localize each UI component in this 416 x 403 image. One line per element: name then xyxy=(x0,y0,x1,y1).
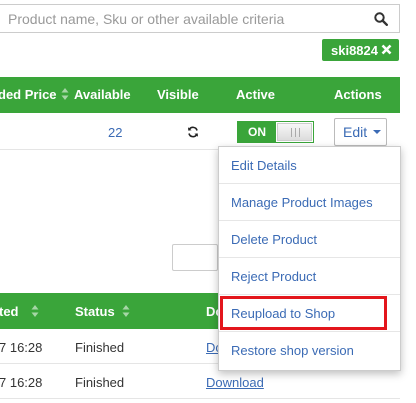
search-input[interactable] xyxy=(0,5,362,32)
menu-item-edit-details[interactable]: Edit Details xyxy=(219,147,400,184)
column-header-available[interactable]: Available xyxy=(74,87,131,102)
search-icon xyxy=(374,11,388,26)
sort-icon[interactable] xyxy=(122,304,130,318)
page-size-select[interactable] xyxy=(172,244,218,271)
edit-dropdown-button[interactable]: Edit xyxy=(334,118,387,146)
column-header-active: Active xyxy=(236,87,276,102)
sort-icon[interactable] xyxy=(61,87,69,101)
search-bar xyxy=(0,4,400,33)
active-toggle[interactable]: ON xyxy=(237,121,314,143)
job-status: Finished xyxy=(75,340,125,355)
toggle-on-label: ON xyxy=(238,122,276,142)
available-count[interactable]: 22 xyxy=(108,125,122,140)
close-icon[interactable] xyxy=(381,44,392,55)
sort-icon[interactable] xyxy=(31,304,39,318)
job-date: 7 16:28 xyxy=(0,340,43,355)
column-header-started[interactable]: ted xyxy=(0,304,19,319)
edit-button-label: Edit xyxy=(343,124,368,140)
caret-down-icon xyxy=(373,130,381,134)
menu-item-reject-product[interactable]: Reject Product xyxy=(219,258,400,295)
filter-tag[interactable]: ski8824 xyxy=(322,39,399,61)
job-status: Finished xyxy=(75,375,125,390)
column-header-price[interactable]: ded Price xyxy=(0,87,57,102)
highlight-box xyxy=(220,296,387,330)
column-header-status[interactable]: Status xyxy=(75,304,115,319)
column-header-actions: Actions xyxy=(334,87,382,102)
menu-item-manage-product-images[interactable]: Manage Product Images xyxy=(219,184,400,221)
actions-dropdown-menu: Edit Details Manage Product Images Delet… xyxy=(218,146,401,371)
download-link[interactable]: Download xyxy=(206,375,264,390)
filter-tag-label: ski8824 xyxy=(331,42,378,58)
search-button[interactable] xyxy=(363,5,399,32)
toggle-knob[interactable] xyxy=(277,123,312,141)
sync-icon[interactable] xyxy=(187,126,199,138)
job-date: 7 16:28 xyxy=(0,375,43,390)
menu-item-restore-shop-version[interactable]: Restore shop version xyxy=(219,332,400,369)
products-table-header: ded Price Available Visible Active Actio… xyxy=(0,77,400,113)
column-header-visible: Visible xyxy=(157,87,199,102)
menu-item-delete-product[interactable]: Delete Product xyxy=(219,221,400,258)
